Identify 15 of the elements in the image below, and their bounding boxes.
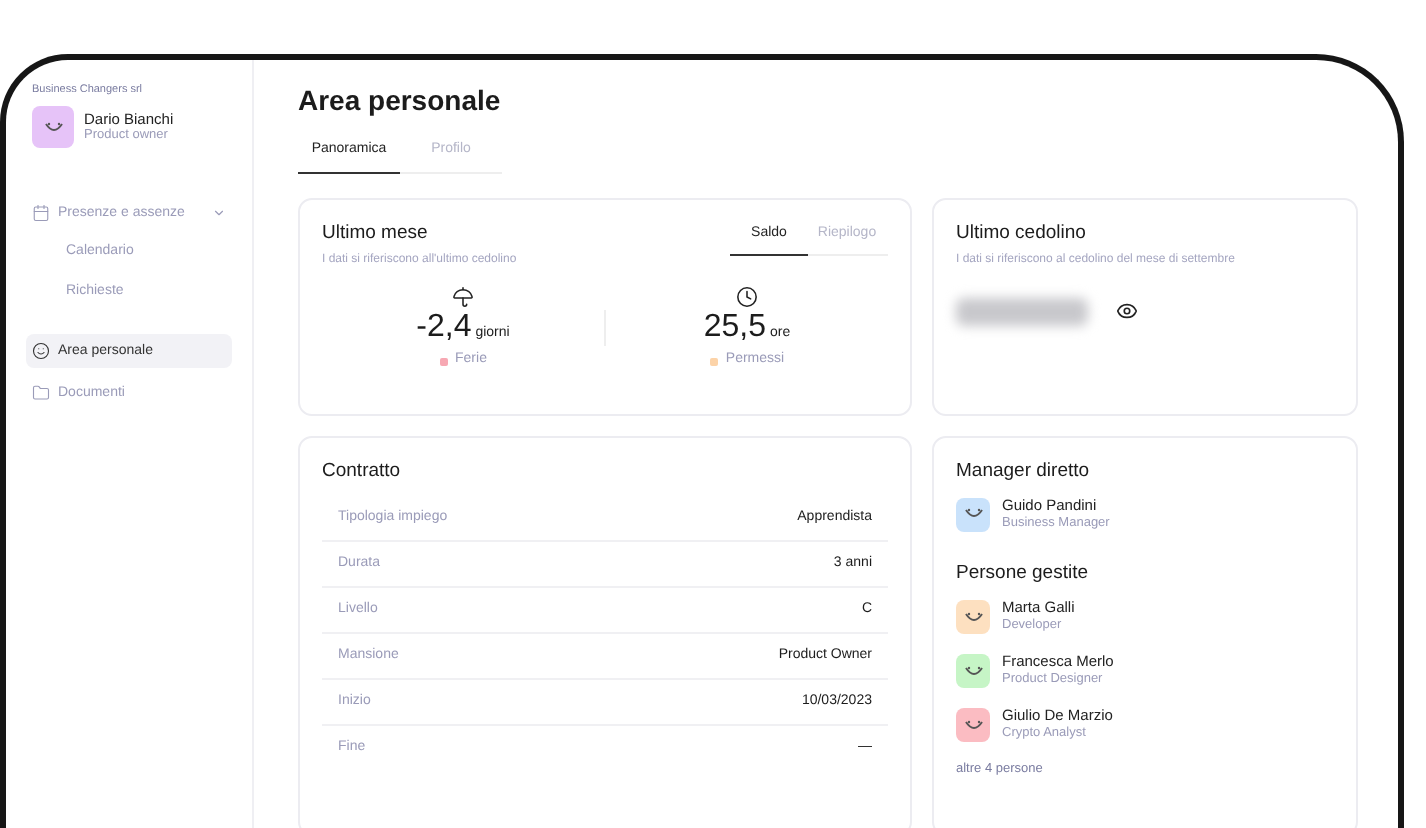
card-title: Ultimo mese (322, 219, 430, 247)
stat-value: -2,4 (416, 311, 472, 344)
umbrella-icon (452, 285, 474, 308)
card-title: Manager diretto (956, 457, 1092, 485)
card-title: Contratto (322, 457, 403, 485)
clock-icon (736, 285, 758, 308)
stat-value: 25,5 (703, 311, 766, 344)
calendar-icon (32, 204, 50, 223)
face-icon (32, 342, 50, 361)
blurred-amount (956, 297, 1088, 326)
page-title: Area personale (298, 86, 503, 114)
card-title: Ultimo cedolino (956, 219, 1088, 247)
folder-icon (32, 384, 50, 403)
card-title: Persone gestite (956, 559, 1091, 588)
eye-icon[interactable] (1116, 300, 1138, 323)
